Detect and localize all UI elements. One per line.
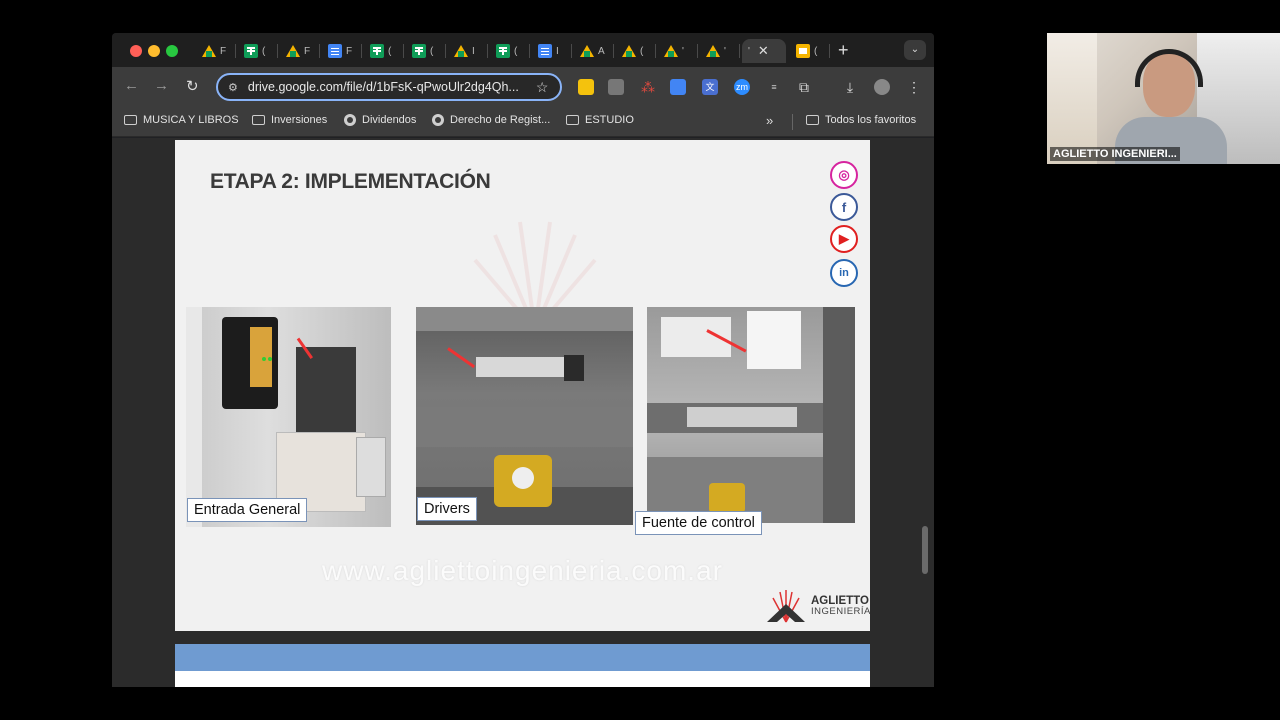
tab-drive[interactable]: I — [448, 39, 488, 63]
photo-fuente-de-control — [647, 307, 855, 523]
file-preview-area[interactable]: ETAPA 2: IMPLEMENTACIÓN ◎ f ▶ in Entrada… — [112, 138, 934, 687]
slide-title: ETAPA 2: IMPLEMENTACIÓN — [210, 170, 491, 193]
site-settings-icon[interactable]: ⚙ — [228, 81, 238, 94]
google-slides-icon — [796, 44, 810, 58]
browser-toolbar: ← → ↻ ⚙ drive.google.com/file/d/1bFsK-qP… — [112, 67, 934, 107]
caption-entrada-general: Entrada General — [187, 498, 308, 522]
bookmark-star-icon[interactable]: ☆ — [536, 79, 549, 96]
google-drive-icon — [580, 45, 594, 57]
google-docs-icon — [328, 44, 342, 58]
google-drive-icon — [286, 45, 300, 57]
bookmarks-bar: MUSICA Y LIBROS Inversiones Dividendos D… — [112, 107, 934, 137]
bookmark-musica-y-libros[interactable]: MUSICA Y LIBROS — [124, 114, 239, 126]
minimize-window-button[interactable] — [148, 45, 160, 57]
address-bar[interactable]: ⚙ drive.google.com/file/d/1bFsK-qPwoUlr2… — [216, 73, 562, 101]
extension-notes-icon[interactable] — [578, 79, 594, 95]
presentation-slide: ETAPA 2: IMPLEMENTACIÓN ◎ f ▶ in Entrada… — [175, 140, 870, 631]
folder-icon — [806, 115, 819, 125]
all-bookmarks-button[interactable]: Todos los favoritos — [806, 114, 916, 126]
google-sheets-icon — [496, 44, 510, 58]
website-watermark: www.agliettoingenieria.com.ar — [322, 555, 723, 586]
next-slide-preview — [175, 644, 870, 687]
tab-sheets[interactable]: ( — [406, 39, 446, 63]
tab-sheets[interactable]: ( — [364, 39, 404, 63]
url-text[interactable]: drive.google.com/file/d/1bFsK-qPwoUlr2dg… — [248, 80, 530, 94]
close-window-button[interactable] — [130, 45, 142, 57]
tab-search-button[interactable]: ⌄ — [904, 40, 926, 60]
google-drive-icon — [664, 45, 678, 57]
photo-entrada-general — [186, 307, 391, 527]
preview-scrollbar[interactable] — [922, 526, 928, 574]
aglietto-logo: AGLIETTO INGENIERÍA — [765, 588, 870, 624]
globe-icon — [432, 114, 444, 126]
extensions-puzzle-icon[interactable]: ⧉ — [796, 79, 812, 95]
google-sheets-icon — [412, 44, 426, 58]
tab-drive[interactable]: F — [196, 39, 236, 63]
headphones-icon — [1135, 49, 1203, 87]
google-drive-icon — [454, 45, 468, 57]
forward-arrow-icon[interactable]: → — [154, 77, 169, 94]
tab-docs[interactable]: F — [322, 39, 362, 63]
tab-strip: F ( F F ( ( I ( I A ( ' ' ' ✕ ( + ⌄ — [112, 33, 934, 67]
profile-avatar[interactable] — [874, 79, 890, 95]
instagram-icon: ◎ — [830, 161, 858, 189]
globe-icon — [344, 114, 356, 126]
google-sheets-icon — [370, 44, 384, 58]
google-drive-icon — [706, 45, 720, 57]
maximize-window-button[interactable] — [166, 45, 178, 57]
caption-fuente-de-control: Fuente de control — [635, 511, 762, 535]
video-call-participant-tile: AGLIETTO INGENIERI... — [1047, 33, 1280, 164]
extension-dots-icon[interactable]: ⁂ — [640, 79, 656, 95]
folder-icon — [124, 115, 137, 125]
photo-drivers — [416, 307, 633, 525]
tab-drive[interactable]: F — [280, 39, 320, 63]
tab-drive[interactable]: ' — [658, 39, 698, 63]
browser-window: F ( F F ( ( I ( I A ( ' ' ' ✕ ( + ⌄ ← → ↻… — [112, 33, 934, 687]
tab-drive[interactable]: ( — [616, 39, 656, 63]
bookmark-inversiones[interactable]: Inversiones — [252, 114, 327, 126]
more-menu-icon[interactable]: ⋮ — [906, 79, 922, 95]
new-tab-button[interactable]: + — [838, 40, 849, 61]
folder-icon — [252, 115, 265, 125]
next-slide-header-band — [175, 644, 870, 671]
google-docs-icon — [538, 44, 552, 58]
folder-icon — [566, 115, 579, 125]
tab-active[interactable]: ' ✕ — [742, 39, 786, 63]
bookmark-derecho-de-registro[interactable]: Derecho de Regist... — [432, 114, 550, 126]
google-sheets-icon — [244, 44, 258, 58]
google-drive-icon — [622, 45, 636, 57]
aglietto-logo-icon — [767, 590, 805, 623]
tab-sheets[interactable]: ( — [238, 39, 278, 63]
youtube-icon: ▶ — [830, 225, 858, 253]
tab-sheets[interactable]: ( — [490, 39, 530, 63]
logo-subtitle: INGENIERÍA — [811, 606, 870, 618]
linkedin-icon: in — [830, 259, 858, 287]
close-tab-icon[interactable]: ✕ — [758, 43, 769, 59]
extension-docs-icon[interactable] — [670, 79, 686, 95]
tab-drive[interactable]: ' — [700, 39, 740, 63]
caption-drivers: Drivers — [417, 497, 477, 521]
participant-name: AGLIETTO INGENIERI... — [1050, 147, 1180, 161]
extension-screenshot-icon[interactable] — [608, 79, 624, 95]
facebook-icon: f — [830, 193, 858, 221]
tab-docs[interactable]: I — [532, 39, 572, 63]
bookmark-dividendos[interactable]: Dividendos — [344, 114, 416, 126]
zoom-extension-icon[interactable]: zm — [734, 79, 750, 95]
tab-slides[interactable]: ( — [790, 39, 830, 63]
tab-drive[interactable]: A — [574, 39, 614, 63]
back-arrow-icon[interactable]: ← — [124, 77, 139, 94]
translate-icon[interactable]: 文 — [702, 79, 718, 95]
bookmarks-overflow-button[interactable]: » — [766, 113, 773, 128]
google-drive-icon — [202, 45, 216, 57]
reload-icon[interactable]: ↻ — [186, 77, 199, 95]
extension-list-icon[interactable]: ≡ — [766, 79, 782, 95]
bookmark-estudio[interactable]: ESTUDIO — [566, 114, 634, 126]
download-icon[interactable]: ⤓ — [842, 79, 858, 95]
